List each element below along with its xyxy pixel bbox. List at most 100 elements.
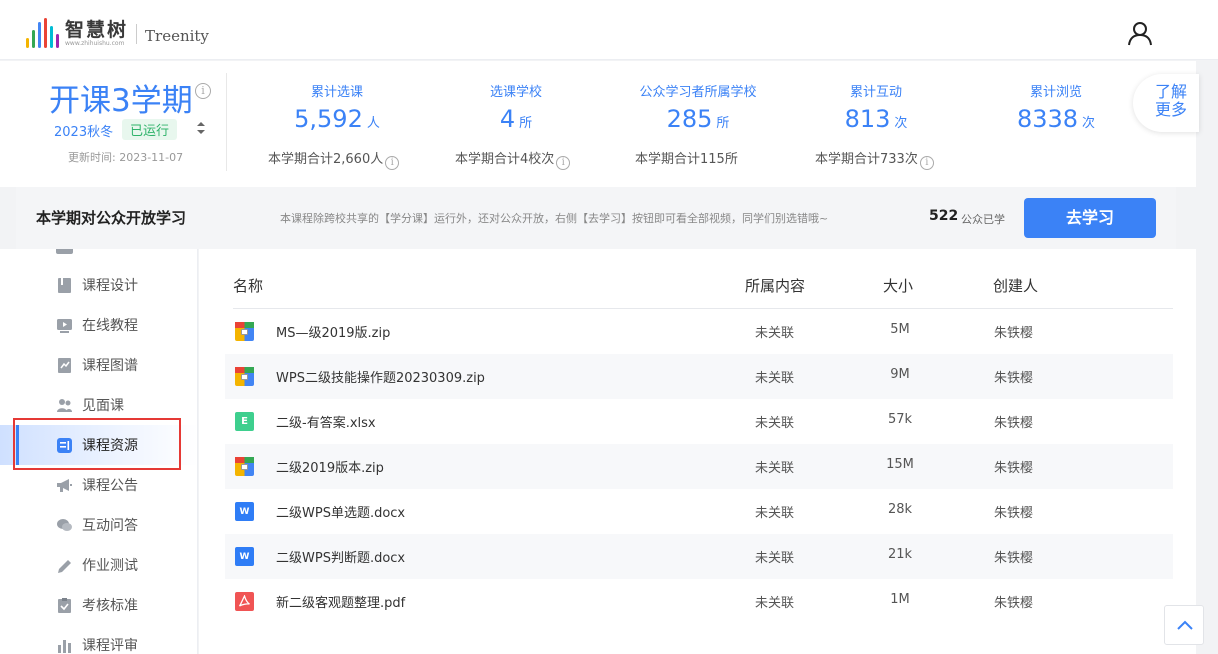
scroll-to-top-button[interactable] — [1164, 605, 1204, 645]
stat-views: 累计浏览 8338 次 — [1006, 81, 1106, 135]
sidebar-item-review[interactable]: 课程评审 — [0, 625, 197, 654]
learn-more-tab[interactable]: 了解 更多 — [1133, 74, 1199, 132]
file-name[interactable]: WPS二级技能操作题20230309.zip — [276, 367, 485, 386]
pencil-icon — [58, 559, 71, 573]
clipboard-icon — [58, 597, 71, 613]
stat-value: 285 — [666, 105, 713, 133]
file-owner: 朱铁樱 — [994, 551, 1034, 566]
table-row[interactable]: W 二级WPS单选题.docx 未关联 28k 朱铁樱 — [225, 489, 1173, 534]
stat-label: 累计浏览 — [1029, 85, 1082, 100]
info-icon[interactable]: i — [556, 156, 571, 170]
file-owner: 朱铁樱 — [994, 596, 1034, 611]
sidebar-item-partial[interactable] — [0, 249, 197, 265]
table-row[interactable]: 二级2019版本.zip 未关联 15M 朱铁樱 — [225, 444, 1173, 489]
stat-unit: 次 — [1082, 116, 1096, 131]
file-size: 15M — [886, 457, 914, 472]
table-row[interactable]: E 二级-有答案.xlsx 未关联 57k 朱铁樱 — [225, 399, 1173, 444]
more-tab-line1: 了解 — [1155, 82, 1188, 101]
file-size: 21k — [887, 547, 913, 562]
top-bar: 智慧树 www.zhihuishu.com Treenity — [0, 0, 1218, 60]
stat-unit: 所 — [716, 116, 730, 131]
info-icon[interactable]: i — [385, 156, 400, 170]
file-owner: 朱铁樱 — [994, 416, 1034, 431]
public-learner-count: 522 — [929, 208, 959, 224]
file-owner: 朱铁樱 — [994, 326, 1034, 341]
file-owner: 朱铁樱 — [994, 371, 1034, 386]
stat-interactions: 累计互动 813 次 — [826, 81, 926, 135]
people-icon — [57, 398, 72, 412]
file-content: 未关联 — [755, 416, 795, 431]
video-icon — [57, 318, 72, 333]
column-header-name: 名称 — [233, 277, 264, 295]
word-file-icon: W — [235, 547, 254, 566]
stat-sub-public-schools: 本学期合计115所 — [635, 148, 738, 167]
course-stats-panel: 开课3学期 i 2023秋冬 已运行 更新时间: 2023-11-07 累计选课… — [0, 61, 1196, 187]
stat-sub-text: 本学期合计2,660人 — [268, 152, 384, 167]
chat-icon — [57, 518, 72, 531]
pdf-file-icon — [235, 592, 254, 611]
file-owner: 朱铁樱 — [994, 506, 1034, 521]
go-learn-button[interactable]: 去学习 — [1024, 198, 1156, 238]
file-content: 未关联 — [755, 371, 795, 386]
stat-label: 累计选课 — [310, 85, 363, 100]
sidebar-item-label: 互动问答 — [82, 518, 138, 534]
sidebar-item-label: 课程图谱 — [82, 358, 138, 374]
resource-table-panel: 名称 所属内容 大小 创建人 MS—级2019版.zip 未关联 5M 朱铁樱 … — [199, 249, 1196, 654]
sidebar-item-qa[interactable]: 互动问答 — [0, 505, 197, 545]
stat-total-enrollment: 累计选课 5,592 人 — [284, 81, 390, 135]
stat-unit: 次 — [894, 116, 908, 131]
table-row[interactable]: MS—级2019版.zip 未关联 5M 朱铁樱 — [225, 309, 1173, 354]
table-row[interactable]: WPS二级技能操作题20230309.zip 未关联 9M 朱铁樱 — [225, 354, 1173, 399]
file-name[interactable]: 二级-有答案.xlsx — [276, 412, 376, 431]
stat-sub-text: 本学期合计733次 — [815, 152, 918, 167]
table-header: 名称 所属内容 大小 创建人 — [233, 271, 1173, 309]
sidebar-item-label: 考核标准 — [82, 598, 138, 614]
file-name[interactable]: 二级2019版本.zip — [276, 457, 384, 476]
file-size: 9M — [890, 367, 910, 382]
file-content: 未关联 — [755, 461, 795, 476]
divider — [226, 73, 227, 171]
megaphone-icon — [57, 478, 72, 492]
file-size: 1M — [890, 592, 910, 607]
logo[interactable]: 智慧树 www.zhihuishu.com Treenity — [26, 14, 209, 48]
stat-sub-text: 本学期合计115所 — [635, 152, 738, 167]
sidebar-item-homework[interactable]: 作业测试 — [0, 545, 197, 585]
sidebar-item-label: 课程公告 — [82, 478, 138, 494]
file-content: 未关联 — [755, 506, 795, 521]
zip-file-icon — [235, 322, 254, 341]
sidebar-item-course-design[interactable]: 课程设计 — [0, 265, 197, 305]
sidebar-item-assessment[interactable]: 考核标准 — [0, 585, 197, 625]
stat-label: 选课学校 — [489, 85, 542, 100]
sidebar-item-label: 课程评审 — [82, 638, 138, 654]
sidebar-item-announcements[interactable]: 课程公告 — [0, 465, 197, 505]
stat-value: 813 — [844, 105, 891, 133]
sidebar-item-online-tutorial[interactable]: 在线教程 — [0, 305, 197, 345]
term-title: 开课3学期 — [49, 83, 193, 119]
sidebar-item-course-graph[interactable]: 课程图谱 — [0, 345, 197, 385]
user-icon[interactable] — [1127, 20, 1153, 46]
chart-icon — [58, 639, 71, 653]
file-name[interactable]: 二级WPS判断题.docx — [276, 547, 405, 566]
stat-sub-text: 本学期合计4校次 — [455, 152, 555, 167]
info-icon[interactable]: i — [919, 156, 934, 170]
stat-sub-enrollment: 本学期合计2,660人 i — [268, 148, 400, 170]
file-size: 28k — [887, 502, 913, 517]
logo-bars-icon — [26, 18, 59, 48]
file-name[interactable]: 二级WPS单选题.docx — [276, 502, 405, 521]
column-header-owner: 创建人 — [993, 277, 1039, 295]
file-name[interactable]: MS—级2019版.zip — [276, 322, 390, 341]
column-header-content: 所属内容 — [745, 277, 806, 295]
table-row[interactable]: 新二级客观题整理.pdf 未关联 1M 朱铁樱 — [225, 579, 1173, 624]
public-learning-banner: 本学期对公众开放学习 本课程除跨校共享的【学分课】运行外，还对公众开放，右侧【去… — [16, 187, 1176, 249]
sidebar-item-label: 见面课 — [82, 398, 124, 414]
file-name[interactable]: 新二级客观题整理.pdf — [276, 592, 405, 611]
table-row[interactable]: W 二级WPS判断题.docx 未关联 21k 朱铁樱 — [225, 534, 1173, 579]
stat-sub-interactions: 本学期合计733次 i — [815, 148, 934, 170]
file-owner: 朱铁樱 — [994, 461, 1034, 476]
info-icon[interactable]: i — [195, 83, 211, 99]
excel-file-icon: E — [235, 412, 254, 431]
file-size: 5M — [890, 322, 910, 337]
stat-value: 8338 — [1016, 105, 1079, 133]
sort-toggle-icon[interactable] — [196, 121, 206, 135]
logo-separator — [136, 24, 138, 44]
